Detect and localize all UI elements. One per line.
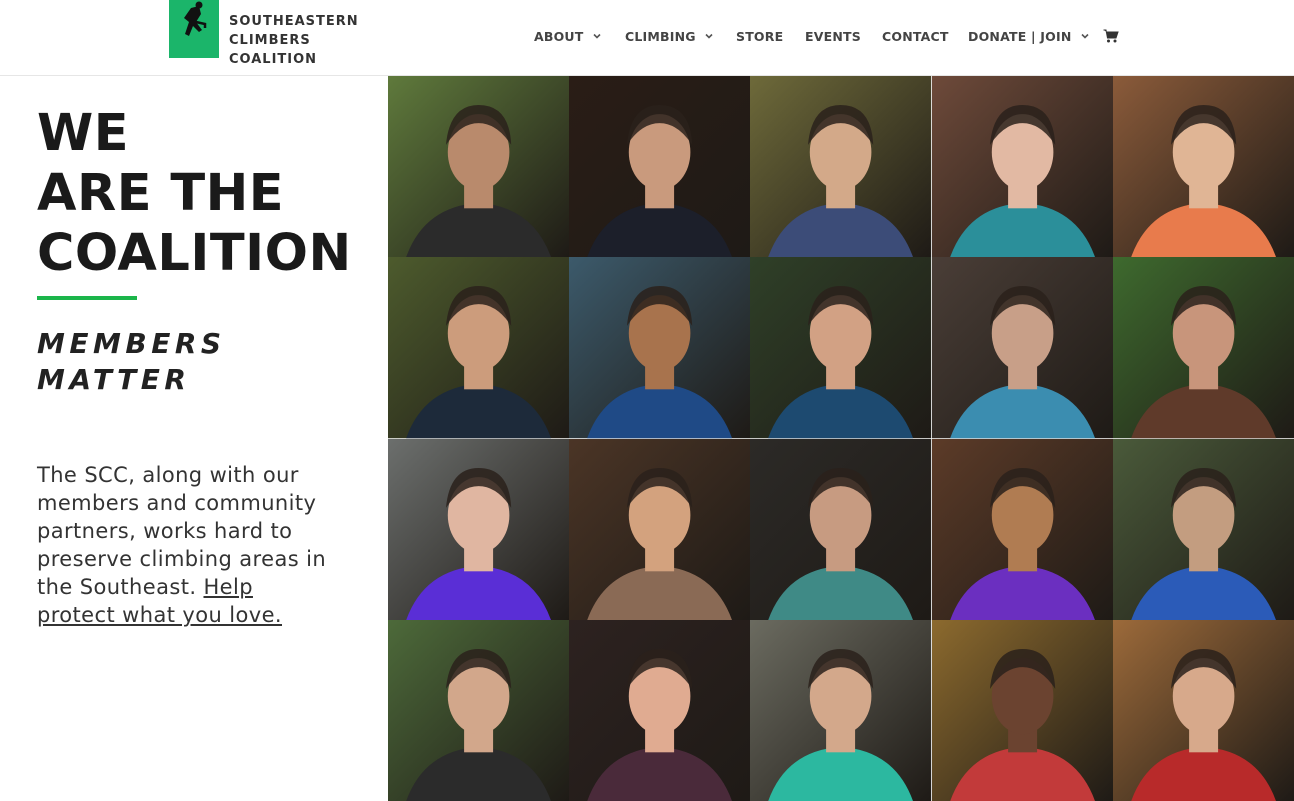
member-photo-man-curly-shirtless (1112, 257, 1294, 439)
nav-item-about[interactable]: ABOUT (534, 29, 625, 44)
member-photo-man-glasses (750, 438, 932, 620)
site-logo[interactable]: SOUTHEASTERN CLIMBERS COALITION (169, 0, 359, 70)
nav-label: ABOUT (534, 28, 584, 44)
nav-label: CONTACT (882, 28, 949, 44)
site-header: SOUTHEASTERN CLIMBERS COALITION ABOUT CL… (0, 0, 1294, 76)
nav-item-climbing[interactable]: CLIMBING (625, 29, 736, 44)
member-photo-dog (931, 438, 1113, 620)
member-photo-man-trapper-hat (931, 619, 1113, 801)
logo-line-1: SOUTHEASTERN (229, 14, 359, 29)
member-photo-woman-ponytail (569, 619, 751, 801)
hero-title-line: WE (37, 104, 130, 163)
hero-title-line: ARE THE (37, 164, 285, 223)
hero-title: WE ARE THE COALITION (37, 104, 352, 284)
nav-item-events[interactable]: EVENTS (805, 29, 882, 44)
climber-logo-icon (169, 0, 219, 58)
intro-paragraph: The SCC, along with our members and comm… (37, 461, 337, 629)
member-photo-woman-profile-bun (388, 619, 570, 801)
hero-title-line: COALITION (37, 224, 352, 283)
nav-item-donate-join[interactable]: DONATE | JOIN (968, 29, 1092, 44)
member-photo-woman-green-beanie (388, 438, 570, 620)
logo-wordmark: SOUTHEASTERN CLIMBERS COALITION (229, 12, 359, 69)
member-photo-woman-helmet-sunglasses (750, 619, 932, 801)
member-photo-man-camera (388, 257, 570, 439)
member-photo-man-beard-cap (931, 257, 1113, 439)
chevron-down-icon (1080, 33, 1089, 39)
logo-line-3: COALITION (229, 52, 318, 67)
member-photo-man-curly-hair-glasses (569, 257, 751, 439)
member-photo-woman-dark-hair (750, 76, 932, 258)
intro-text: The SCC, along with our members and comm… (37, 463, 327, 599)
member-photo-man-black-cap (388, 76, 570, 258)
tagline: MEMBERS MATTER (37, 326, 226, 398)
main-nav: ABOUT CLIMBING STORE EVENTS CONTACT DONA… (534, 26, 1092, 46)
tagline-line: MATTER (37, 363, 191, 396)
member-photo-woman-blonde (1112, 76, 1294, 258)
shopping-cart-icon[interactable] (1103, 28, 1119, 44)
nav-label: EVENTS (805, 28, 861, 44)
member-photo-man-hiker (1112, 438, 1294, 620)
member-photo-two-people-red (1112, 619, 1294, 801)
member-photo-man-with-baby (931, 76, 1113, 258)
nav-label: DONATE | JOIN (968, 28, 1072, 44)
nav-item-contact[interactable]: CONTACT (882, 29, 968, 44)
member-photo-grid (388, 76, 1294, 801)
logo-line-2: CLIMBERS (229, 33, 311, 48)
accent-divider (37, 296, 137, 300)
chevron-down-icon (705, 33, 713, 39)
tagline-line: MEMBERS (37, 327, 226, 360)
nav-label: STORE (736, 28, 784, 44)
nav-label: CLIMBING (625, 28, 696, 44)
member-photo-woman-lying (750, 257, 932, 439)
member-photo-man-blonde-beard (569, 438, 751, 620)
chevron-down-icon (592, 33, 601, 39)
nav-item-store[interactable]: STORE (736, 29, 805, 44)
member-photo-man-long-hair-cap (569, 76, 751, 258)
